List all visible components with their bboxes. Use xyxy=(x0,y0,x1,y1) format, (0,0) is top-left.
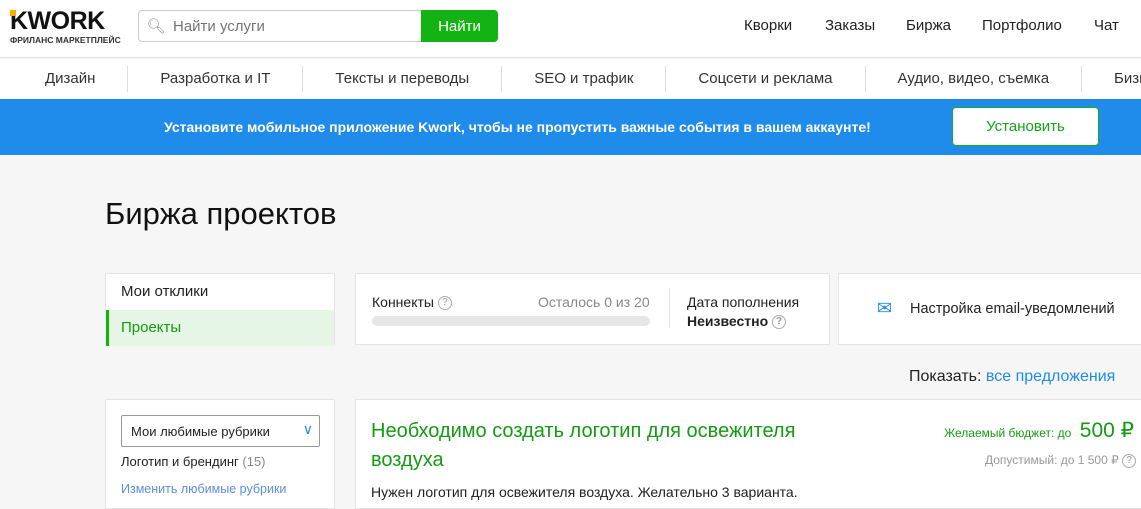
category-design[interactable]: Дизайн xyxy=(0,66,129,92)
date-value: Неизвестно ? xyxy=(687,313,787,330)
show-label: Показать: xyxy=(909,368,982,385)
search-button[interactable]: Найти xyxy=(421,10,498,42)
search-input[interactable] xyxy=(173,11,421,41)
banner-text: Установите мобильное приложение Kwork, ч… xyxy=(164,119,871,135)
search-bar: 🔍︎ Найти xyxy=(138,10,498,42)
logo-text: KWORK xyxy=(10,9,121,34)
budget: Желаемый бюджет: до 500 ₽ xyxy=(944,419,1134,442)
rubrics-select[interactable]: Мои любимые рубрики ∨ xyxy=(121,415,320,447)
email-settings-label: Настройка email-уведомлений xyxy=(910,301,1115,317)
category-business[interactable]: Бизн xyxy=(1082,66,1141,92)
help-icon[interactable]: ? xyxy=(437,296,452,311)
envelope-icon: ✉ xyxy=(877,298,893,318)
search-icon: 🔍︎ xyxy=(146,18,166,35)
allowed-budget: Допустимый: до 1 500 ₽ ? xyxy=(985,453,1137,468)
nav-kworks[interactable]: Кворки xyxy=(744,17,792,34)
nav-chat[interactable]: Чат xyxy=(1094,17,1119,34)
logo-subtitle: ФРИЛАНС МАРКЕТПЛЕЙС xyxy=(10,35,121,45)
connects-remaining: Осталось 0 из 20 xyxy=(538,294,650,310)
filter-panel: Мои любимые рубрики ∨ Логотип и брендинг… xyxy=(105,399,335,509)
category-audio[interactable]: Аудио, видео, съемка xyxy=(866,66,1083,92)
nav-exchange[interactable]: Биржа xyxy=(906,17,951,34)
show-value-link[interactable]: все предложения xyxy=(986,368,1115,385)
project-card: Необходимо создать логотип для освежител… xyxy=(355,399,1141,509)
nav-portfolio[interactable]: Портфолио xyxy=(982,17,1062,34)
chevron-down-icon: ∨ xyxy=(302,421,313,437)
app-banner: Установите мобильное приложение Kwork, ч… xyxy=(0,99,1141,155)
category-texts[interactable]: Тексты и переводы xyxy=(303,66,503,92)
install-button[interactable]: Установить xyxy=(952,107,1099,146)
show-filter: Показать: все предложения xyxy=(909,368,1115,386)
category-social[interactable]: Соцсети и реклама xyxy=(666,66,866,92)
category-item[interactable]: Логотип и брендинг (15) xyxy=(121,454,266,469)
tab-projects[interactable]: Проекты xyxy=(106,310,334,346)
header: KWORK ФРИЛАНС МАРКЕТПЛЕЙС 🔍︎ Найти Кворк… xyxy=(0,0,1141,58)
connects-label: Коннекты ? xyxy=(372,294,452,311)
category-seo[interactable]: SEO и трафик xyxy=(502,66,667,92)
category-nav: Дизайн Разработка и IT Тексты и переводы… xyxy=(0,59,1141,99)
logo[interactable]: KWORK ФРИЛАНС МАРКЕТПЛЕЙС xyxy=(10,9,121,45)
page-title: Биржа проектов xyxy=(105,196,337,231)
project-title[interactable]: Необходимо создать логотип для освежител… xyxy=(371,417,861,475)
tabs: Мои отклики Проекты xyxy=(105,273,335,346)
help-icon[interactable]: ? xyxy=(772,315,787,330)
connects-progress xyxy=(372,316,650,326)
email-settings[interactable]: ✉ Настройка email-уведомлений xyxy=(838,273,1141,345)
tab-my-responses[interactable]: Мои отклики xyxy=(106,274,334,310)
nav-orders[interactable]: Заказы xyxy=(825,17,875,34)
edit-rubrics-link[interactable]: Изменить любимые рубрики xyxy=(121,482,286,496)
category-dev[interactable]: Разработка и IT xyxy=(128,66,304,92)
help-icon[interactable]: ? xyxy=(1122,453,1137,468)
date-label: Дата пополнения xyxy=(687,294,800,310)
connects-panel: Коннекты ? Осталось 0 из 20 Дата пополне… xyxy=(355,273,830,345)
